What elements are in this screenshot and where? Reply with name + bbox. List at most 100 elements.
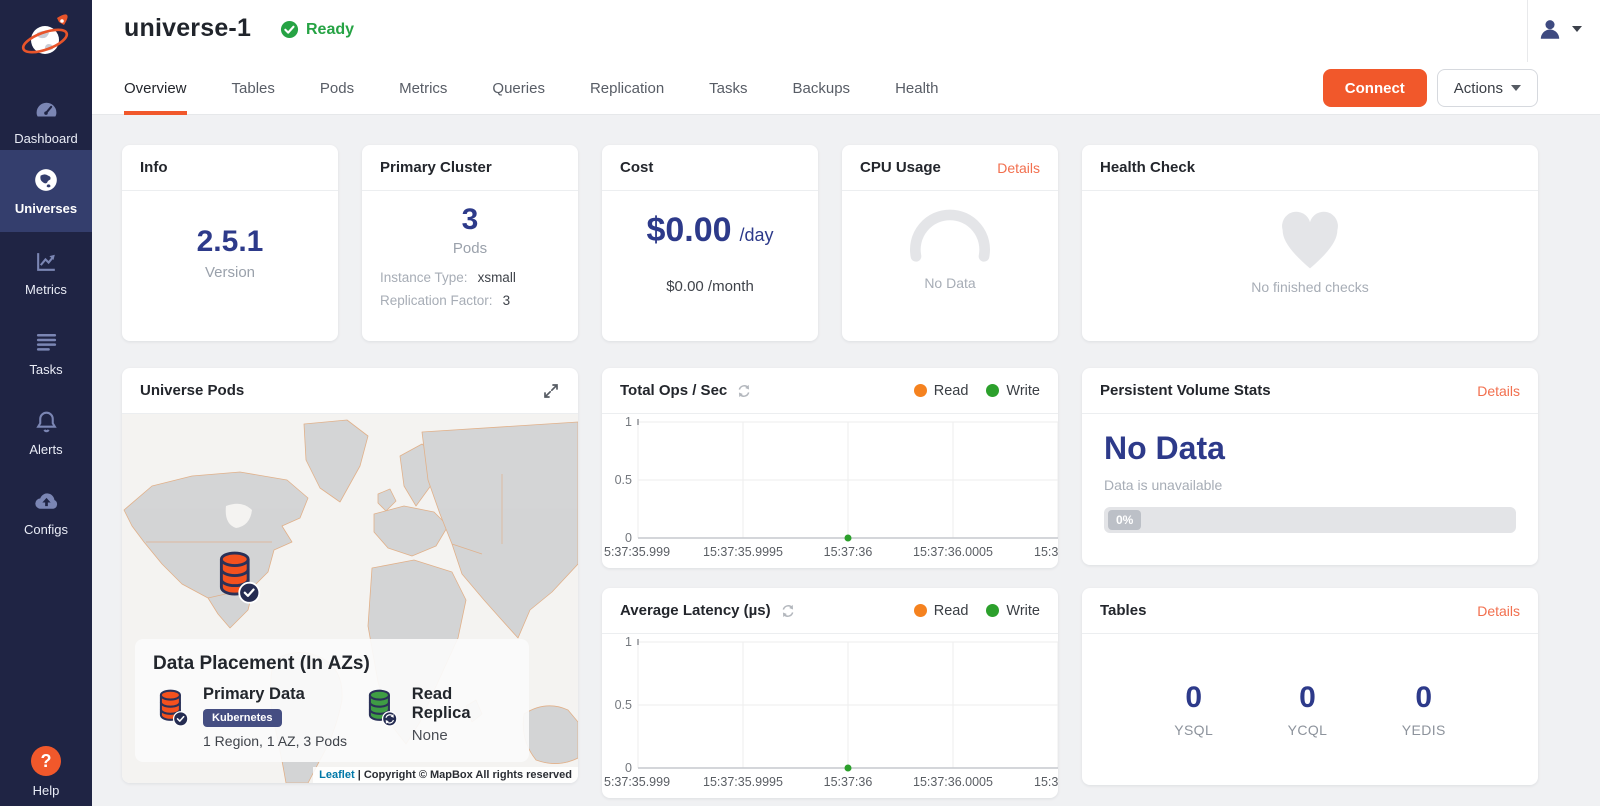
app-root: Dashboard Universes Metrics Tasks <box>0 0 1600 806</box>
tab-replication[interactable]: Replication <box>590 62 664 115</box>
tab-metrics[interactable]: Metrics <box>399 62 447 115</box>
chart-legend: Read Write <box>914 603 1040 619</box>
header-buttons: Connect Actions <box>1323 69 1538 107</box>
primary-data-label: Primary Data <box>203 685 347 704</box>
tables-details-link[interactable]: Details <box>1477 603 1520 619</box>
chevron-down-icon <box>1511 85 1521 91</box>
leaflet-link[interactable]: Leaflet <box>319 769 354 781</box>
pv-progress-value: 0% <box>1108 510 1141 530</box>
primary-cluster-card: Primary Cluster 3 Pods Instance Type: xs… <box>362 145 578 341</box>
primary-cluster-card-header: Primary Cluster <box>362 145 578 191</box>
health-check-card-header: Health Check <box>1082 145 1538 191</box>
persistent-volume-card: Persistent Volume Stats Details No Data … <box>1082 368 1538 565</box>
tab-backups[interactable]: Backups <box>793 62 851 115</box>
check-circle-icon <box>280 20 299 39</box>
tab-tasks[interactable]: Tasks <box>709 62 747 115</box>
legend-write: Write <box>986 383 1040 399</box>
actions-button[interactable]: Actions <box>1437 69 1538 107</box>
tables-card-body: 0 YSQL 0 YCQL 0 YEDIS <box>1082 634 1538 785</box>
svg-text:15:37:35.9995: 15:37:35.9995 <box>703 545 783 559</box>
data-placement-title: Data Placement (In AZs) <box>153 653 511 675</box>
card-title: CPU Usage <box>860 159 941 176</box>
sidebar-item-alerts[interactable]: Alerts <box>0 393 92 473</box>
svg-text:15:37:: 15:37: <box>1034 545 1058 559</box>
sidebar-item-tasks[interactable]: Tasks <box>0 313 92 393</box>
kv-key: Instance Type: <box>380 270 468 285</box>
replica-database-icon <box>362 685 400 729</box>
total-ops-chart-plot[interactable]: 10.505:37:35.99915:37:35.999515:37:3615:… <box>602 414 1058 568</box>
kv-key: Replication Factor: <box>380 293 493 308</box>
sidebar-item-universes[interactable]: Universes <box>0 150 92 232</box>
pv-details-link[interactable]: Details <box>1477 383 1520 399</box>
world-map[interactable]: Data Placement (In AZs) Primary Data Kub… <box>122 414 578 783</box>
health-check-card-body: No finished checks <box>1082 191 1538 295</box>
card-title: Persistent Volume Stats <box>1100 382 1271 399</box>
globe-icon <box>33 167 59 193</box>
persistent-volume-card-header: Persistent Volume Stats Details <box>1082 368 1538 414</box>
cpu-details-link[interactable]: Details <box>997 160 1040 176</box>
connect-button[interactable]: Connect <box>1323 69 1427 107</box>
cost-card-header: Cost <box>602 145 818 191</box>
tab-queries[interactable]: Queries <box>492 62 545 115</box>
cost-monthly: $0.00 /month <box>666 278 754 295</box>
tables-card: Tables Details 0 YSQL 0 YCQL 0 YEDIS <box>1082 588 1538 785</box>
average-latency-card: Average Latency (µs) Read Write 10.505:3… <box>602 588 1058 798</box>
svg-text:1: 1 <box>625 415 632 429</box>
primary-cluster-map-marker[interactable] <box>210 547 264 610</box>
cost-per-day: /day <box>740 225 774 246</box>
sidebar-item-metrics[interactable]: Metrics <box>0 233 92 313</box>
svg-text:15:37:: 15:37: <box>1034 775 1058 789</box>
pv-progress-bar: 0% <box>1104 507 1516 533</box>
svg-text:15:37:36.0005: 15:37:36.0005 <box>913 775 993 789</box>
sidebar-item-help[interactable]: ? Help <box>0 746 92 798</box>
tab-label: Health <box>895 80 938 97</box>
sidebar-item-label: Tasks <box>29 362 62 377</box>
svg-text:5:37:35.999: 5:37:35.999 <box>604 545 670 559</box>
sidebar-item-configs[interactable]: Configs <box>0 473 92 553</box>
planet-rocket-logo-icon <box>20 11 72 65</box>
cluster-detail-rows: Instance Type: xsmall Replication Factor… <box>362 270 578 308</box>
info-card: Info 2.5.1 Version <box>122 145 338 341</box>
tab-tables[interactable]: Tables <box>232 62 275 115</box>
legend-read: Read <box>914 383 969 399</box>
tab-health[interactable]: Health <box>895 62 938 115</box>
cost-daily: $0.00 /day <box>646 211 773 250</box>
tab-pods[interactable]: Pods <box>320 62 354 115</box>
user-menu[interactable] <box>1537 16 1582 42</box>
ysql-count: 0 <box>1185 681 1202 716</box>
yedis-stat: 0 YEDIS <box>1402 681 1446 738</box>
svg-text:15:37:36: 15:37:36 <box>824 545 873 559</box>
cost-amount: $0.00 <box>646 211 731 250</box>
kv-value: xsmall <box>478 270 516 285</box>
refresh-icon[interactable] <box>736 383 752 399</box>
cost-card-body: $0.00 /day $0.00 /month <box>602 191 818 295</box>
ycql-stat: 0 YCQL <box>1288 681 1328 738</box>
universe-pods-card: Universe Pods <box>122 368 578 783</box>
card-title: Info <box>140 159 168 176</box>
write-legend-dot <box>986 384 999 397</box>
question-icon: ? <box>31 746 61 776</box>
pods-label: Pods <box>453 240 487 257</box>
cpu-usage-card-body: No Data <box>842 191 1058 291</box>
average-latency-card-header: Average Latency (µs) Read Write <box>602 588 1058 634</box>
alerts-bell-icon <box>34 409 59 434</box>
average-latency-chart-plot[interactable]: 10.505:37:35.99915:37:35.999515:37:3615:… <box>602 634 1058 798</box>
legend-label: Read <box>934 383 969 399</box>
total-ops-card: Total Ops / Sec Read Write 10.505:37:35.… <box>602 368 1058 568</box>
refresh-icon[interactable] <box>780 603 796 619</box>
tables-card-header: Tables Details <box>1082 588 1538 634</box>
tabs-bar: Overview Tables Pods Metrics Queries Rep… <box>92 62 1600 115</box>
tab-label: Metrics <box>399 80 447 97</box>
pods-count: 3 <box>462 203 479 238</box>
page-title: universe-1 <box>124 14 251 43</box>
app-logo[interactable] <box>0 6 92 70</box>
tab-overview[interactable]: Overview <box>124 62 187 115</box>
expand-icon[interactable] <box>542 382 560 400</box>
universe-pods-card-header: Universe Pods <box>122 368 578 414</box>
dashboard-gauge-icon <box>34 98 59 123</box>
replication-factor-row: Replication Factor: 3 <box>380 293 560 308</box>
tab-label: Queries <box>492 80 545 97</box>
chevron-down-icon <box>1572 26 1582 32</box>
chart-legend: Read Write <box>914 383 1040 399</box>
read-legend-dot <box>914 384 927 397</box>
